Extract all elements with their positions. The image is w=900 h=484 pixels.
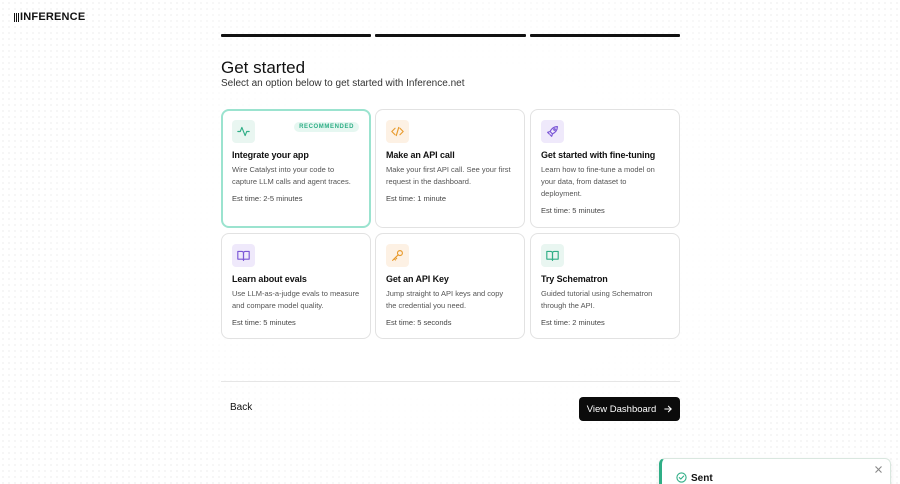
option-card-api-call[interactable]: Make an API call Make your first API cal… bbox=[375, 109, 525, 228]
card-description: Make your first API call. See your first… bbox=[386, 165, 511, 186]
card-est-time: Est time: 2-5 minutes bbox=[232, 194, 303, 203]
code-icon bbox=[386, 120, 409, 143]
card-est-time: Est time: 5 minutes bbox=[232, 318, 296, 327]
progress-step bbox=[221, 34, 372, 37]
card-est-time: Est time: 5 seconds bbox=[386, 318, 452, 327]
card-title: Integrate your app bbox=[232, 150, 309, 160]
card-title: Get an API Key bbox=[386, 274, 449, 284]
card-description: Use LLM-as-a-judge evals to measure and … bbox=[232, 289, 360, 310]
step-progress bbox=[221, 34, 680, 37]
toast-notification: Sent bbox=[659, 458, 891, 484]
rocket-icon bbox=[541, 120, 564, 143]
book-icon bbox=[541, 244, 564, 267]
footer-divider bbox=[221, 381, 680, 382]
brand-name: INFERENCE bbox=[20, 11, 86, 23]
recommended-badge: RECOMMENDED bbox=[294, 122, 359, 132]
card-title: Make an API call bbox=[386, 150, 455, 160]
arrow-right-icon bbox=[664, 405, 672, 413]
page-title: Get started bbox=[221, 58, 306, 77]
toast-message: Sent bbox=[691, 473, 713, 484]
card-est-time: Est time: 1 minute bbox=[386, 194, 447, 203]
key-icon bbox=[386, 244, 409, 267]
view-dashboard-button[interactable]: View Dashboard bbox=[579, 397, 680, 421]
option-card-integrate-app[interactable]: RECOMMENDED Integrate your app Wire Cata… bbox=[221, 109, 371, 228]
brand-logo[interactable]: INFERENCE bbox=[14, 11, 85, 23]
check-circle-icon bbox=[676, 472, 687, 483]
logo-mark-icon bbox=[14, 12, 19, 23]
option-card-fine-tuning[interactable]: Get started with fine-tuning Learn how t… bbox=[530, 109, 680, 228]
card-description: Guided tutorial using Schematron through… bbox=[541, 289, 653, 310]
card-title: Learn about evals bbox=[232, 274, 307, 284]
card-est-time: Est time: 2 minutes bbox=[541, 318, 605, 327]
page-subtitle: Select an option below to get started wi… bbox=[221, 78, 465, 89]
card-est-time: Est time: 5 minutes bbox=[541, 206, 605, 215]
option-card-evals[interactable]: Learn about evals Use LLM-as-a-judge eva… bbox=[221, 233, 371, 339]
close-icon[interactable] bbox=[874, 465, 883, 474]
option-card-api-key[interactable]: Get an API Key Jump straight to API keys… bbox=[375, 233, 525, 339]
activity-icon bbox=[232, 120, 255, 143]
option-card-schematron[interactable]: Try Schematron Guided tutorial using Sch… bbox=[530, 233, 680, 339]
card-title: Get started with fine-tuning bbox=[541, 150, 656, 160]
card-description: Jump straight to API keys and copy the c… bbox=[386, 289, 504, 310]
view-dashboard-label: View Dashboard bbox=[586, 403, 657, 415]
back-button[interactable]: Back bbox=[230, 402, 252, 413]
card-title: Try Schematron bbox=[541, 274, 608, 284]
progress-step bbox=[529, 34, 680, 37]
book-icon bbox=[232, 244, 255, 267]
card-description: Learn how to fine-tune a model on your d… bbox=[541, 165, 655, 198]
progress-step bbox=[375, 34, 526, 37]
card-description: Wire Catalyst into your code to capture … bbox=[232, 165, 351, 186]
